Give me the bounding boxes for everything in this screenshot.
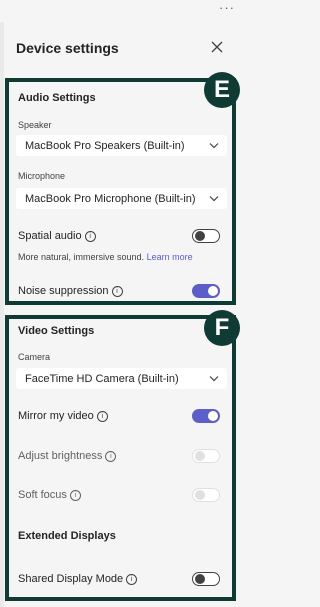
spatial-audio-description: More natural, immersive sound. Learn mor…: [18, 252, 193, 262]
microphone-value: MacBook Pro Microphone (Built-in): [25, 193, 196, 205]
shared-display-row: Shared Display Mode i: [18, 573, 138, 585]
info-icon[interactable]: i: [69, 490, 81, 501]
adjust-brightness-toggle: [192, 449, 220, 463]
callout-badge-f: F: [204, 310, 240, 346]
soft-focus-row: Soft focus i: [18, 489, 81, 501]
video-settings-heading: Video Settings: [18, 325, 95, 337]
spatial-audio-label: Spatial audio: [18, 230, 82, 242]
noise-suppression-row: Noise suppression i: [18, 285, 123, 297]
spatial-audio-desc-text: More natural, immersive sound.: [18, 252, 145, 262]
camera-dropdown[interactable]: FaceTime HD Camera (Built-in): [16, 368, 227, 389]
chevron-down-icon: [209, 376, 219, 382]
chevron-down-icon: [209, 143, 219, 149]
shared-display-label: Shared Display Mode: [18, 573, 124, 585]
extended-displays-heading: Extended Displays: [18, 530, 116, 542]
microphone-dropdown[interactable]: MacBook Pro Microphone (Built-in): [16, 188, 227, 209]
left-edge-strip: [0, 22, 4, 607]
spatial-audio-toggle[interactable]: [192, 229, 220, 243]
microphone-label: Microphone: [18, 171, 66, 181]
callout-badge-e: E: [204, 72, 240, 108]
more-options-icon[interactable]: ···: [219, 0, 235, 15]
info-icon[interactable]: i: [84, 231, 96, 242]
close-icon[interactable]: [208, 38, 226, 56]
info-icon[interactable]: i: [126, 574, 138, 585]
mirror-video-label: Mirror my video: [18, 410, 94, 422]
info-icon[interactable]: i: [96, 411, 108, 422]
spatial-audio-row: Spatial audio i: [18, 230, 96, 242]
noise-suppression-toggle[interactable]: [192, 284, 220, 298]
camera-value: FaceTime HD Camera (Built-in): [25, 373, 179, 385]
top-bar: ···: [0, 0, 247, 22]
adjust-brightness-label: Adjust brightness: [18, 450, 103, 462]
noise-suppression-label: Noise suppression: [18, 285, 109, 297]
camera-label: Camera: [18, 352, 51, 362]
speaker-label: Speaker: [18, 120, 52, 130]
mirror-video-toggle[interactable]: [192, 409, 220, 423]
toggle-knob: [195, 490, 205, 500]
speaker-dropdown[interactable]: MacBook Pro Speakers (Built-in): [16, 135, 227, 156]
soft-focus-label: Soft focus: [18, 489, 67, 501]
info-icon[interactable]: i: [111, 286, 123, 297]
toggle-knob: [208, 286, 218, 296]
audio-settings-heading: Audio Settings: [18, 92, 96, 104]
panel-title: Device settings: [16, 40, 119, 56]
soft-focus-toggle: [192, 488, 220, 502]
chevron-down-icon: [209, 196, 219, 202]
speaker-value: MacBook Pro Speakers (Built-in): [25, 140, 185, 152]
adjust-brightness-row: Adjust brightness i: [18, 450, 117, 462]
toggle-knob: [208, 411, 218, 421]
toggle-knob: [195, 451, 205, 461]
shared-display-toggle[interactable]: [192, 572, 220, 586]
toggle-knob: [195, 231, 205, 241]
learn-more-link[interactable]: Learn more: [147, 252, 193, 262]
mirror-video-row: Mirror my video i: [18, 410, 108, 422]
toggle-knob: [195, 574, 205, 584]
info-icon[interactable]: i: [105, 451, 117, 462]
